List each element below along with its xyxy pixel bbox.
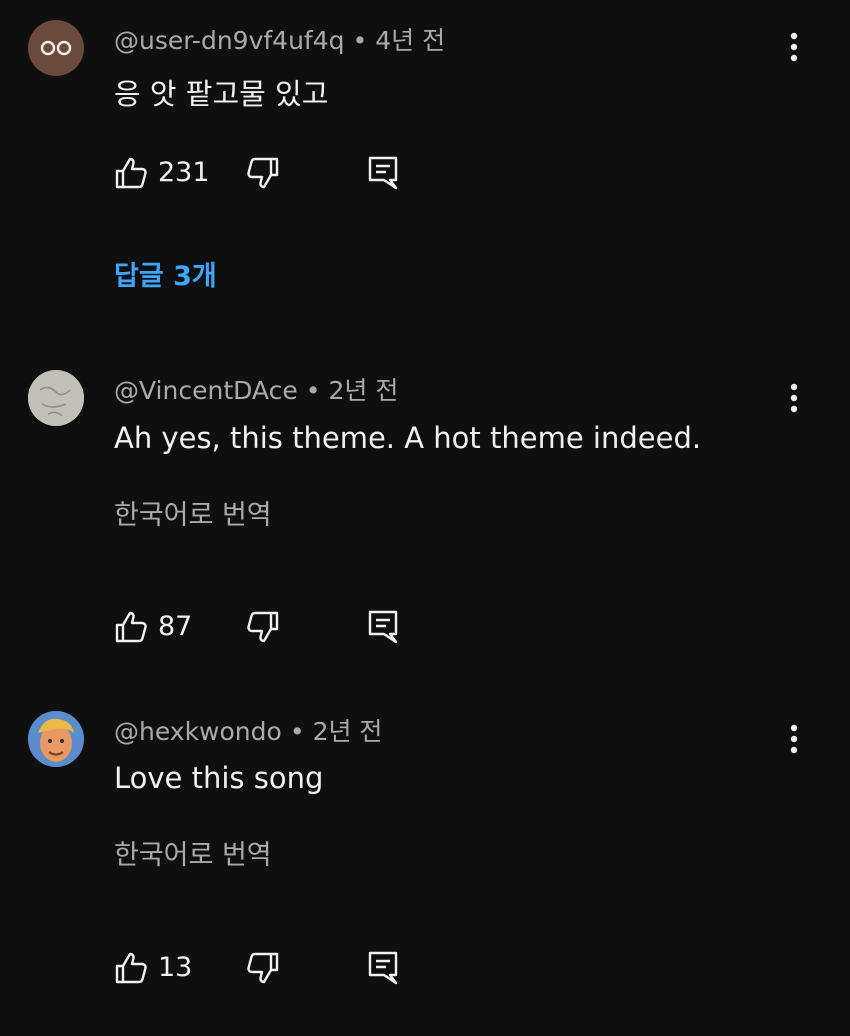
dislike-icon — [247, 157, 279, 189]
like-button[interactable]: 231 — [114, 153, 210, 193]
comment-actions: 13 — [114, 948, 414, 988]
translate-button[interactable]: 한국어로 번역 — [114, 839, 272, 873]
more-options-button[interactable] — [779, 27, 809, 67]
like-count: 87 — [158, 611, 193, 642]
avatar[interactable] — [28, 711, 84, 767]
comment-time: 2년 전 — [328, 376, 399, 405]
avatar-cartoon-face-graphic — [28, 711, 84, 767]
comment-text: Love this song — [114, 761, 324, 795]
like-button[interactable]: 13 — [114, 948, 192, 988]
reply-button[interactable] — [367, 153, 399, 193]
author-name[interactable]: @hexkwondo — [114, 717, 282, 746]
more-vert-icon — [790, 724, 798, 754]
avatar-sketch-graphic — [28, 370, 84, 426]
reply-button[interactable] — [367, 948, 399, 988]
reply-icon — [368, 156, 398, 190]
avatar-eyes-graphic — [40, 40, 72, 56]
comment-actions: 87 — [114, 607, 414, 647]
more-options-button[interactable] — [779, 719, 809, 759]
author-name[interactable]: @user-dn9vf4uf4q — [114, 26, 345, 55]
dislike-button[interactable] — [246, 153, 280, 193]
avatar[interactable] — [28, 20, 84, 76]
comment-meta: @user-dn9vf4uf4q • 4년 전 — [114, 26, 445, 56]
like-count: 231 — [158, 157, 210, 188]
comment-time: 4년 전 — [375, 26, 446, 55]
dislike-button[interactable] — [246, 607, 280, 647]
reply-icon — [368, 951, 398, 985]
like-count: 13 — [158, 952, 193, 983]
more-vert-icon — [790, 383, 798, 413]
translate-button[interactable]: 한국어로 번역 — [114, 499, 272, 533]
view-replies-button[interactable]: 답글 3개 — [114, 260, 217, 294]
comment-meta: @hexkwondo • 2년 전 — [114, 717, 382, 747]
like-icon — [115, 611, 147, 643]
dislike-icon — [247, 952, 279, 984]
author-name[interactable]: @VincentDAce — [114, 376, 298, 405]
comment-actions: 231 — [114, 153, 414, 193]
meta-separator: • — [305, 376, 321, 405]
comment-meta: @VincentDAce • 2년 전 — [114, 376, 398, 406]
more-options-button[interactable] — [779, 378, 809, 418]
comment-text: Ah yes, this theme. A hot theme indeed. — [114, 421, 702, 455]
reply-button[interactable] — [367, 607, 399, 647]
more-vert-icon — [790, 32, 798, 62]
meta-separator: • — [352, 26, 368, 55]
like-icon — [115, 157, 147, 189]
dislike-button[interactable] — [246, 948, 280, 988]
comment-text: 응 앗 팥고물 있고 — [114, 77, 329, 111]
like-button[interactable]: 87 — [114, 607, 192, 647]
reply-icon — [368, 610, 398, 644]
like-icon — [115, 952, 147, 984]
dislike-icon — [247, 611, 279, 643]
meta-separator: • — [289, 717, 305, 746]
comment-time: 2년 전 — [312, 717, 383, 746]
avatar[interactable] — [28, 370, 84, 426]
